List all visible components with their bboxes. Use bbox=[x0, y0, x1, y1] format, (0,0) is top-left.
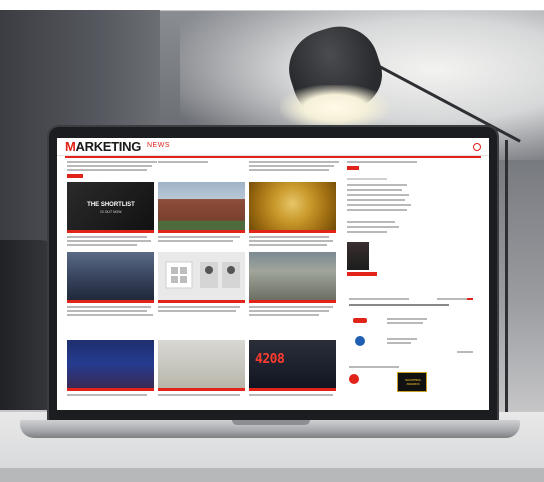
intro-line bbox=[249, 169, 329, 171]
sidebar-link[interactable] bbox=[347, 209, 407, 211]
article-image-awards-stage[interactable] bbox=[67, 340, 154, 388]
sidebar-event-title[interactable] bbox=[349, 304, 449, 306]
shortlist-subtitle: IS OUT NOW bbox=[100, 210, 122, 214]
badge-text: SHOPPING AWARDS bbox=[405, 378, 421, 386]
card-text bbox=[67, 240, 151, 242]
led-counter: 4208 bbox=[255, 352, 285, 367]
sidebar-button[interactable] bbox=[347, 166, 359, 170]
sidebar-heading bbox=[347, 178, 387, 180]
sidebar-text bbox=[387, 338, 417, 340]
card-caption-bar bbox=[249, 388, 336, 391]
article-image-icons[interactable] bbox=[158, 252, 245, 300]
card-text bbox=[67, 314, 153, 316]
card-caption-bar bbox=[67, 388, 154, 391]
sidebar-text bbox=[387, 342, 411, 344]
sidebar-link[interactable] bbox=[347, 204, 411, 206]
lamp-pole bbox=[505, 140, 508, 450]
sidebar-heading bbox=[349, 298, 409, 300]
sidebar-text bbox=[457, 351, 473, 353]
card-text bbox=[67, 394, 147, 396]
card-text bbox=[67, 306, 151, 308]
sidebar-portrait[interactable] bbox=[347, 242, 369, 270]
card-text bbox=[249, 244, 327, 246]
shortlist-title: THE SHORTLIST bbox=[87, 202, 135, 208]
desk-edge bbox=[0, 468, 544, 482]
card-caption-bar bbox=[158, 300, 245, 303]
intro-line bbox=[67, 169, 147, 171]
card-text bbox=[249, 310, 329, 312]
card-caption-bar bbox=[67, 300, 154, 303]
read-more-button[interactable] bbox=[67, 174, 83, 178]
card-text bbox=[158, 394, 240, 396]
article-image-shortlist[interactable]: THE SHORTLIST IS OUT NOW bbox=[67, 182, 154, 230]
intro-line bbox=[249, 161, 339, 163]
card-text bbox=[158, 306, 240, 308]
shopping-awards-badge[interactable]: SHOPPING AWARDS bbox=[397, 372, 427, 392]
logo-initial: M bbox=[65, 139, 76, 154]
site-logo[interactable]: MARKETING bbox=[65, 140, 141, 154]
partner-logo[interactable] bbox=[353, 318, 367, 323]
card-caption-bar bbox=[158, 230, 245, 233]
sidebar-subscribe-button[interactable] bbox=[347, 272, 377, 276]
view-all-link[interactable] bbox=[467, 298, 473, 300]
sidebar-link[interactable] bbox=[347, 194, 409, 196]
card-text bbox=[67, 236, 147, 238]
sidebar-link[interactable] bbox=[347, 184, 407, 186]
intro-line bbox=[67, 165, 152, 167]
card-text bbox=[249, 306, 333, 308]
card-caption-bar bbox=[249, 300, 336, 303]
card-caption-bar bbox=[158, 388, 245, 391]
sidebar-link[interactable] bbox=[347, 199, 405, 201]
sidebar-link[interactable] bbox=[347, 189, 402, 191]
card-text bbox=[249, 240, 333, 242]
card-text bbox=[249, 236, 329, 238]
card-text bbox=[158, 240, 233, 242]
sidebar-text bbox=[387, 318, 427, 320]
intro-line bbox=[67, 161, 157, 163]
article-image-building[interactable] bbox=[158, 182, 245, 230]
article-image-led-sign[interactable]: 4208 bbox=[249, 340, 336, 388]
article-image-projector[interactable] bbox=[249, 182, 336, 230]
card-text bbox=[249, 314, 319, 316]
article-image-glass[interactable] bbox=[158, 340, 245, 388]
card-text bbox=[249, 394, 333, 396]
menu-icon[interactable] bbox=[473, 143, 481, 151]
header-rule bbox=[65, 156, 481, 158]
awards-icon[interactable] bbox=[349, 374, 359, 384]
intro-line bbox=[158, 161, 208, 163]
photo-scene: MARKETING NEWS THE SHORTLIST IS OUT NOW bbox=[0, 0, 544, 482]
logo-suffix: NEWS bbox=[147, 142, 170, 149]
sidebar-link[interactable] bbox=[347, 231, 387, 233]
icon-grid-graphic bbox=[165, 261, 240, 289]
intro-line bbox=[249, 165, 334, 167]
card-text bbox=[67, 310, 147, 312]
site-header: MARKETING NEWS bbox=[57, 138, 489, 156]
sidebar-heading bbox=[349, 366, 399, 368]
article-image-group[interactable] bbox=[67, 252, 154, 300]
card-caption-bar bbox=[249, 230, 336, 233]
laptop-screen: MARKETING NEWS THE SHORTLIST IS OUT NOW bbox=[57, 138, 489, 410]
sidebar-link[interactable] bbox=[347, 226, 399, 228]
sidebar-link[interactable] bbox=[347, 221, 395, 223]
card-text bbox=[67, 244, 137, 246]
card-caption-bar bbox=[67, 230, 154, 233]
sidebar-text bbox=[387, 322, 423, 324]
card-text bbox=[158, 310, 236, 312]
sidebar-line bbox=[347, 161, 417, 163]
partner-logo-round[interactable] bbox=[355, 336, 365, 346]
laptop-notch bbox=[232, 420, 310, 425]
lamp-glow bbox=[280, 85, 390, 130]
logo-word: ARKETING bbox=[75, 139, 142, 154]
article-image-protest[interactable] bbox=[249, 252, 336, 300]
card-text bbox=[158, 236, 240, 238]
